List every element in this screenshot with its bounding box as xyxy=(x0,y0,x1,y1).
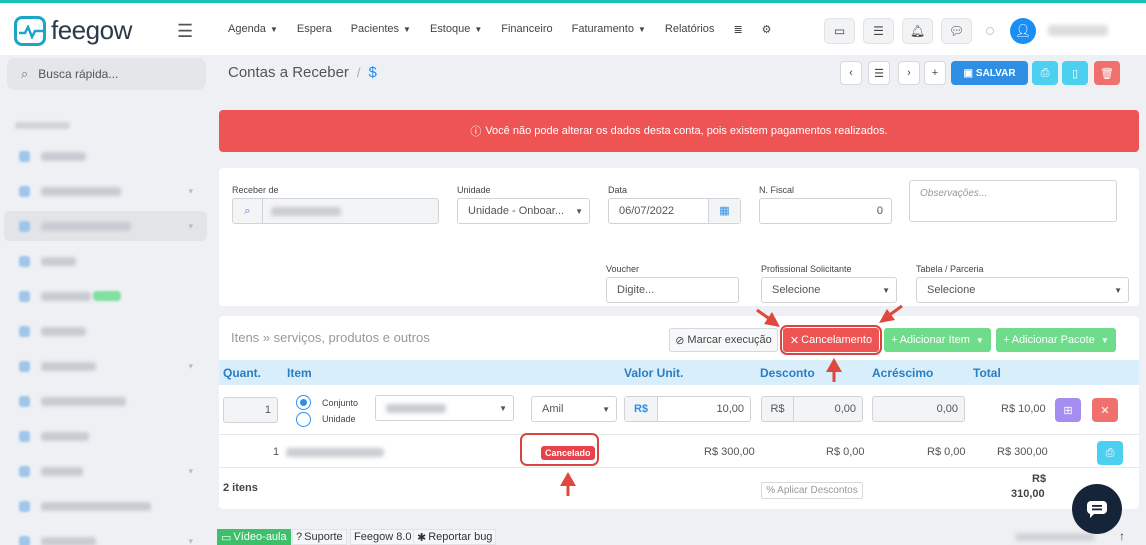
chat-icon xyxy=(1087,501,1107,518)
footer-unit-blurred xyxy=(1015,533,1095,541)
video-icon: ▭ xyxy=(221,531,232,544)
arrow-up-icon[interactable]: ↑ xyxy=(1119,529,1125,543)
help-icon: ? xyxy=(296,531,303,543)
bug-icon: ✱ xyxy=(417,531,427,544)
suporte-link[interactable]: ? Suporte xyxy=(292,529,347,545)
version-label: Feegow 8.0 xyxy=(350,529,416,545)
annotation-arrows xyxy=(560,304,903,496)
chat-widget-button[interactable] xyxy=(1072,484,1122,534)
footer: ▭ Vídeo-aula ? Suporte Feegow 8.0 ✱ Reporta… xyxy=(212,527,1146,545)
reportar-bug-link[interactable]: ✱ Reportar bug xyxy=(413,529,497,545)
video-aula-link[interactable]: ▭ Vídeo-aula xyxy=(217,529,291,545)
